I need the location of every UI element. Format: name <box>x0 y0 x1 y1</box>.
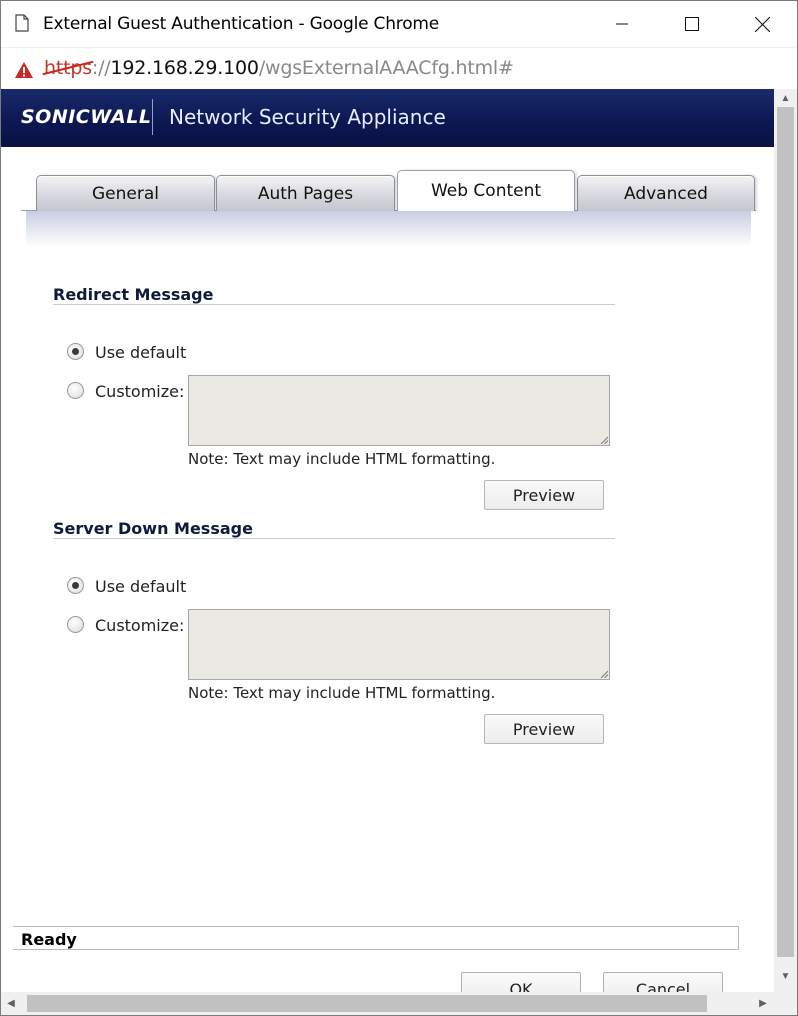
page-icon <box>15 14 29 32</box>
redirect-customize-label[interactable]: Customize: <box>95 382 184 401</box>
tab-strip: General Auth Pages Advanced Web Content <box>21 169 756 212</box>
sonicwall-banner: SONICWALL Network Security Appliance <box>1 89 774 147</box>
server-down-use-default-radio[interactable] <box>67 577 84 594</box>
redirect-customize-radio[interactable] <box>67 382 84 399</box>
redirect-section-divider <box>53 304 615 305</box>
server-down-section-divider <box>53 538 615 539</box>
url-separator: :// <box>91 57 111 79</box>
server-down-section-title: Server Down Message <box>53 519 253 538</box>
tab-advanced[interactable]: Advanced <box>577 175 755 211</box>
redirect-custom-textarea[interactable] <box>188 375 610 446</box>
maximize-button[interactable] <box>669 1 715 47</box>
server-down-use-default-label[interactable]: Use default <box>95 577 186 596</box>
resize-grip-icon[interactable] <box>600 670 608 678</box>
product-title: Network Security Appliance <box>169 105 446 129</box>
scroll-down-arrow-icon[interactable]: ▼ <box>774 967 797 985</box>
scroll-left-arrow-icon[interactable]: ◀ <box>1 992 21 1015</box>
redirect-preview-button[interactable]: Preview <box>484 480 604 510</box>
horizontal-scroll-thumb[interactable] <box>27 995 707 1012</box>
warning-triangle-icon[interactable] <box>14 61 34 79</box>
url-path: /wgsExternalAAACfg.html# <box>258 57 514 79</box>
minimize-button[interactable] <box>599 1 645 47</box>
redirect-note: Note: Text may include HTML formatting. <box>188 450 496 468</box>
window-title: External Guest Authentication - Google C… <box>43 14 440 34</box>
server-down-custom-textarea[interactable] <box>188 609 610 680</box>
page-content: General Auth Pages Advanced Web Content … <box>1 147 774 992</box>
tab-general[interactable]: General <box>36 175 215 211</box>
redirect-section-title: Redirect Message <box>53 285 214 304</box>
maximize-icon <box>685 17 699 31</box>
tab-shade <box>26 211 751 247</box>
server-down-note: Note: Text may include HTML formatting. <box>188 684 496 702</box>
close-button[interactable] <box>739 1 785 47</box>
url-host: 192.168.29.100 <box>110 57 259 79</box>
status-text: Ready <box>21 930 77 949</box>
sonicwall-logo: SONICWALL <box>21 106 152 128</box>
redirect-use-default-radio[interactable] <box>67 343 84 360</box>
vertical-scroll-thumb[interactable] <box>777 107 794 957</box>
server-down-customize-label[interactable]: Customize: <box>95 616 184 635</box>
horizontal-scrollbar[interactable]: ◀ ▶ <box>1 992 797 1015</box>
browser-window: External Guest Authentication - Google C… <box>0 0 798 1016</box>
tab-auth-pages[interactable]: Auth Pages <box>216 175 395 211</box>
server-down-preview-button[interactable]: Preview <box>484 714 604 744</box>
server-down-customize-radio[interactable] <box>67 616 84 633</box>
scroll-up-arrow-icon[interactable]: ▲ <box>774 89 797 107</box>
close-icon <box>754 16 770 32</box>
status-bar: Ready <box>13 926 739 950</box>
banner-divider <box>152 99 153 135</box>
minimize-icon <box>616 23 628 25</box>
address-bar[interactable]: https://192.168.29.100/wgsExternalAAACfg… <box>1 47 797 89</box>
redirect-use-default-label[interactable]: Use default <box>95 343 186 362</box>
tab-web-content[interactable]: Web Content <box>397 170 575 212</box>
url-text[interactable]: https://192.168.29.100/wgsExternalAAACfg… <box>44 57 514 79</box>
scroll-right-arrow-icon[interactable]: ▶ <box>753 992 773 1015</box>
url-scheme: https <box>44 57 92 79</box>
title-bar: External Guest Authentication - Google C… <box>1 1 797 47</box>
vertical-scrollbar[interactable]: ▲ ▼ <box>774 89 797 992</box>
resize-grip-icon[interactable] <box>600 436 608 444</box>
ok-button[interactable]: OK <box>461 972 581 992</box>
cancel-button[interactable]: Cancel <box>603 972 723 992</box>
